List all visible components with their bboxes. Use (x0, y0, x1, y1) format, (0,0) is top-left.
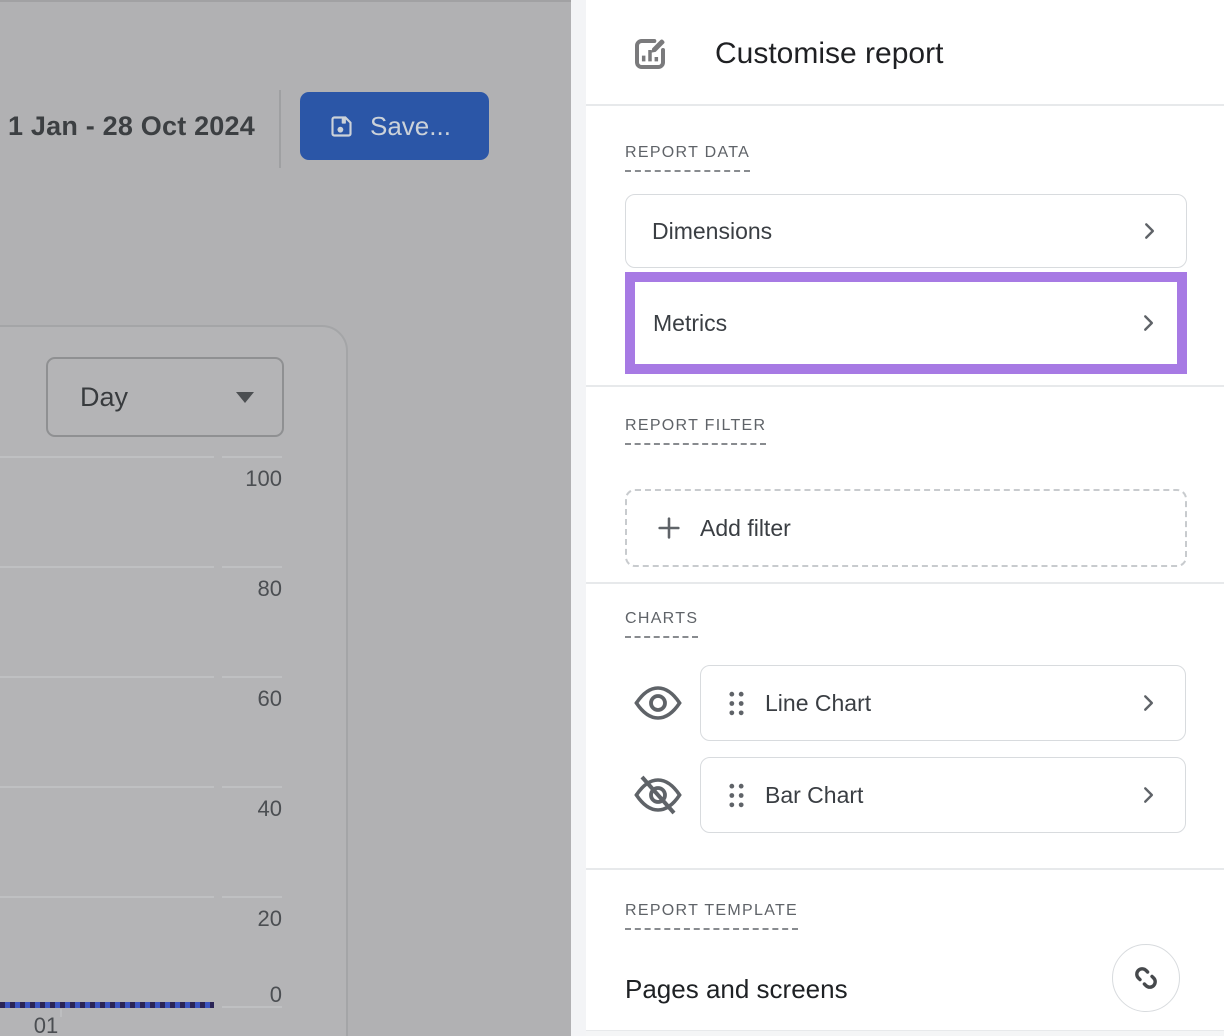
report-template-heading: REPORT TEMPLATE (625, 902, 798, 930)
metrics-label: Metrics (653, 310, 1137, 337)
drag-handle-icon (727, 690, 746, 717)
y-axis-label: 100 (192, 466, 282, 492)
edit-report-icon (630, 32, 670, 76)
report-filter-heading: REPORT FILTER (625, 417, 766, 445)
chevron-right-icon (1137, 784, 1159, 806)
bar-chart-button[interactable]: Bar Chart (700, 757, 1186, 833)
panel-scrollbar-track[interactable] (571, 0, 586, 1036)
bar-chart-label: Bar Chart (765, 782, 1118, 809)
unlink-icon (1129, 961, 1163, 995)
line-chart-button[interactable]: Line Chart (700, 665, 1186, 741)
save-icon (328, 113, 355, 140)
granularity-dropdown[interactable]: Day (46, 357, 284, 437)
gridline-20 (0, 896, 214, 898)
dimensions-label: Dimensions (652, 218, 1138, 245)
chevron-right-icon (1137, 312, 1159, 334)
gridline-20-tick (222, 896, 282, 898)
granularity-dropdown-value: Day (80, 382, 128, 413)
divider (586, 582, 1224, 584)
gridline-60 (0, 676, 214, 678)
x-axis-label: 01 (22, 1013, 70, 1036)
gridline-80 (0, 566, 214, 568)
line-chart-label: Line Chart (765, 690, 1118, 717)
gridline-80-tick (222, 566, 282, 568)
chart-line-series (0, 1002, 214, 1008)
panel-footer-strip (586, 1031, 1224, 1036)
report-data-heading: REPORT DATA (625, 144, 750, 172)
y-axis-label: 80 (192, 576, 282, 602)
gridline-100 (0, 456, 214, 458)
dimensions-button[interactable]: Dimensions (625, 194, 1187, 268)
divider (586, 104, 1224, 106)
gridline-40 (0, 786, 214, 788)
divider (586, 868, 1224, 870)
y-axis-label: 40 (192, 796, 282, 822)
gridline-100-tick (222, 456, 282, 458)
plus-icon (655, 514, 683, 542)
charts-heading: CHARTS (625, 610, 698, 638)
save-button[interactable]: Save... (300, 92, 489, 160)
gridline-60-tick (222, 676, 282, 678)
drag-handle-icon (727, 782, 746, 809)
y-axis-label: 60 (192, 686, 282, 712)
dropdown-caret-icon (236, 392, 254, 403)
divider (586, 385, 1224, 387)
visibility-off-icon[interactable] (634, 774, 682, 816)
visibility-on-icon[interactable] (634, 686, 682, 720)
toolbar-divider (279, 90, 281, 168)
unlink-template-button[interactable] (1112, 944, 1180, 1012)
metrics-button-highlighted[interactable]: Metrics (625, 272, 1187, 374)
top-border (0, 0, 571, 2)
chevron-right-icon (1138, 220, 1160, 242)
gridline-40-tick (222, 786, 282, 788)
date-range[interactable]: 1 Jan - 28 Oct 2024 (8, 111, 255, 142)
chevron-right-icon (1137, 692, 1159, 714)
add-filter-label: Add filter (700, 515, 791, 542)
panel-title: Customise report (715, 34, 943, 74)
screenshot-root: 1 Jan - 28 Oct 2024 Save... Day 100 80 6… (0, 0, 1224, 1036)
save-button-label: Save... (370, 111, 451, 142)
y-axis-label: 20 (192, 906, 282, 932)
add-filter-button[interactable]: Add filter (625, 489, 1187, 567)
template-name: Pages and screens (625, 974, 848, 1005)
